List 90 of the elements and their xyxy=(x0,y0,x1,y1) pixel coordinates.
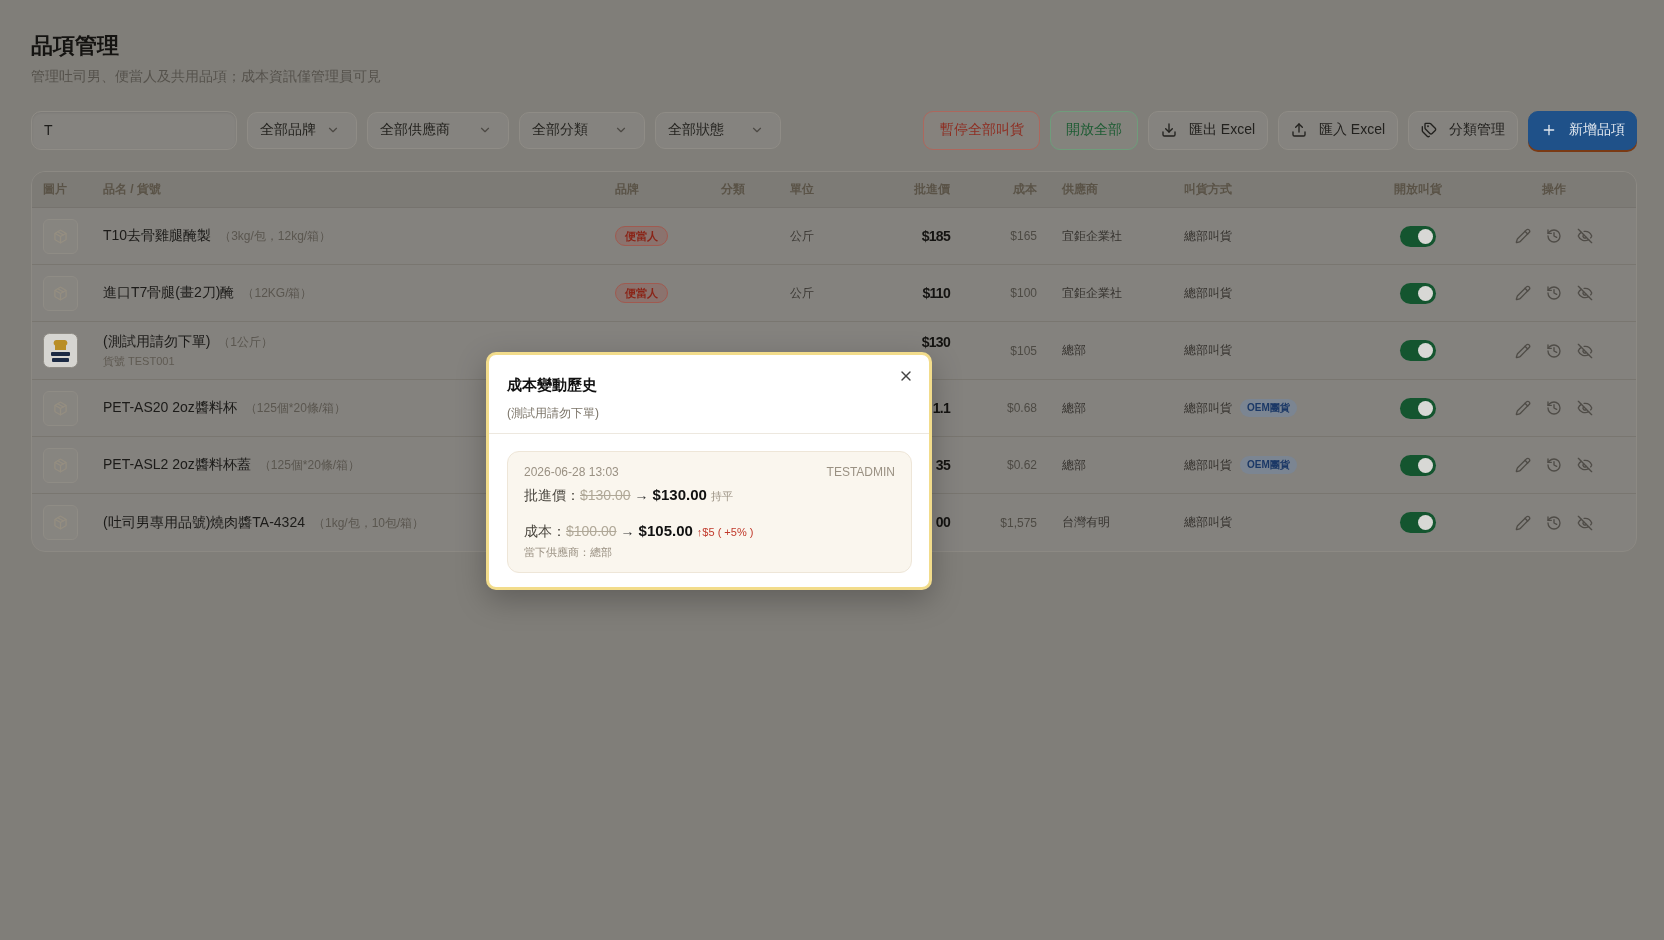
order-tag: OEM團貨 xyxy=(1240,456,1297,474)
pencil-icon[interactable] xyxy=(1514,228,1531,244)
supplier-text: 台灣有明 xyxy=(1062,514,1110,531)
pencil-icon[interactable] xyxy=(1514,457,1531,473)
unit-text: 公斤 xyxy=(790,284,814,302)
crossed-eye-icon[interactable] xyxy=(1576,342,1593,359)
new-value: $130.00 xyxy=(652,485,707,505)
cost-text: $0.62 xyxy=(1006,458,1037,472)
brand-tag: 便當人 xyxy=(615,226,668,246)
dialog-subtitle: (測試用請勿下單) xyxy=(507,405,599,422)
price-text: 00 xyxy=(935,514,950,531)
filter-dropdown[interactable]: 全部分類 xyxy=(519,111,645,149)
entry-user: TESTADMIN xyxy=(826,465,895,479)
order-method-text: 總部叫貨 xyxy=(1184,342,1232,359)
pause-all-button[interactable]: 暫停全部叫貨 xyxy=(923,110,1040,150)
supplier-text: 宜鉅企業社 xyxy=(1062,227,1122,245)
change-delta: ↑$5 ( +5% ) xyxy=(696,525,754,540)
cost-text: $165 xyxy=(1010,229,1037,243)
import-excel-button[interactable]: 匯入 Excel xyxy=(1278,110,1398,150)
crossed-eye-icon[interactable] xyxy=(1576,400,1593,416)
product-name: PET-AS20 2oz醬料杯 xyxy=(103,399,237,417)
cost-text: $1,575 xyxy=(1000,515,1037,530)
history-icon[interactable] xyxy=(1545,514,1562,531)
order-method-text: 總部叫貨 xyxy=(1184,284,1232,302)
order-tag: OEM團貨 xyxy=(1240,399,1297,417)
toggle-switch[interactable] xyxy=(1400,340,1436,361)
logo-image xyxy=(43,333,78,368)
supplier-text: 宜鉅企業社 xyxy=(1062,284,1122,302)
price-text: 1.1 xyxy=(932,399,950,417)
old-value: $130.00 xyxy=(580,486,631,505)
history-icon[interactable] xyxy=(1545,228,1562,244)
change-label: 成本： xyxy=(524,522,566,541)
price-text: $185 xyxy=(921,227,950,245)
cost-text: $0.68 xyxy=(1006,401,1037,415)
product-name: PET-ASL2 2oz醬料杯蓋 xyxy=(103,456,251,474)
pencil-icon[interactable] xyxy=(1514,342,1531,359)
product-name: (吐司男專用品號)燒肉醬TA-4324 xyxy=(103,513,305,532)
brand-tag: 便當人 xyxy=(615,283,668,303)
category-button[interactable]: 分類管理 xyxy=(1408,110,1518,150)
crossed-eye-icon[interactable] xyxy=(1576,228,1593,244)
pencil-icon[interactable] xyxy=(1514,400,1531,416)
crossed-eye-icon[interactable] xyxy=(1576,457,1593,473)
history-icon[interactable] xyxy=(1545,342,1562,359)
order-method-text: 總部叫貨 xyxy=(1184,227,1232,245)
unit-text: 公斤 xyxy=(790,227,814,245)
upload-icon xyxy=(1290,122,1307,138)
price-text: 35 xyxy=(935,456,950,474)
page-title: 品項管理 xyxy=(31,32,119,60)
supplier-text: 總部 xyxy=(1062,342,1086,359)
old-value: $100.00 xyxy=(566,522,617,541)
cost-text: $100 xyxy=(1010,286,1037,300)
dialog-title: 成本變動歷史 xyxy=(507,375,597,395)
order-method-text: 總部叫貨 xyxy=(1184,399,1232,417)
toggle-switch[interactable] xyxy=(1400,225,1436,247)
toggle-switch[interactable] xyxy=(1400,454,1436,476)
filter-dropdown[interactable]: 全部品牌 xyxy=(247,111,357,149)
crossed-eye-icon[interactable] xyxy=(1576,514,1593,531)
history-icon[interactable] xyxy=(1545,400,1562,416)
history-icon[interactable] xyxy=(1545,457,1562,473)
supplier-text: 總部 xyxy=(1062,399,1086,417)
export-excel-button[interactable]: 匯出 Excel xyxy=(1148,110,1268,150)
supplier-note: 當下供應商：總部 xyxy=(524,545,612,560)
arrow-symbol: → xyxy=(620,522,635,541)
supplier-text: 總部 xyxy=(1062,456,1086,474)
product-name: 進口T7骨腿(畫2刀)醃 xyxy=(103,284,235,302)
order-method-text: 總部叫貨 xyxy=(1184,456,1232,474)
product-name: (測試用請勿下單) xyxy=(103,332,211,351)
search-field[interactable]: T xyxy=(31,110,237,150)
price-text: $130 xyxy=(921,334,950,351)
add-item-button[interactable]: 新增品項 xyxy=(1528,110,1637,150)
history-icon[interactable] xyxy=(1545,285,1562,301)
tags-icon xyxy=(1421,122,1437,138)
download-icon xyxy=(1160,122,1177,138)
filter-dropdown[interactable]: 全部狀態 xyxy=(655,111,781,149)
order-method-text: 總部叫貨 xyxy=(1184,514,1232,531)
pencil-icon[interactable] xyxy=(1514,514,1531,531)
cost-text: $105 xyxy=(1010,343,1037,358)
new-value: $105.00 xyxy=(638,521,693,541)
change-label: 批進價： xyxy=(524,486,580,505)
toggle-switch[interactable] xyxy=(1400,282,1436,304)
filter-dropdown[interactable]: 全部供應商 xyxy=(367,111,509,149)
entry-timestamp: 2026-06-28 13:03 xyxy=(524,465,619,479)
product-name: T10去骨雞腿醃製 xyxy=(103,227,212,245)
toggle-switch[interactable] xyxy=(1400,512,1436,533)
price-text: $110 xyxy=(922,284,950,302)
crossed-eye-icon[interactable] xyxy=(1576,285,1593,301)
toggle-switch[interactable] xyxy=(1400,397,1436,419)
pencil-icon[interactable] xyxy=(1514,285,1531,301)
arrow-symbol: → xyxy=(634,486,649,505)
change-delta: 持平 xyxy=(710,489,733,504)
